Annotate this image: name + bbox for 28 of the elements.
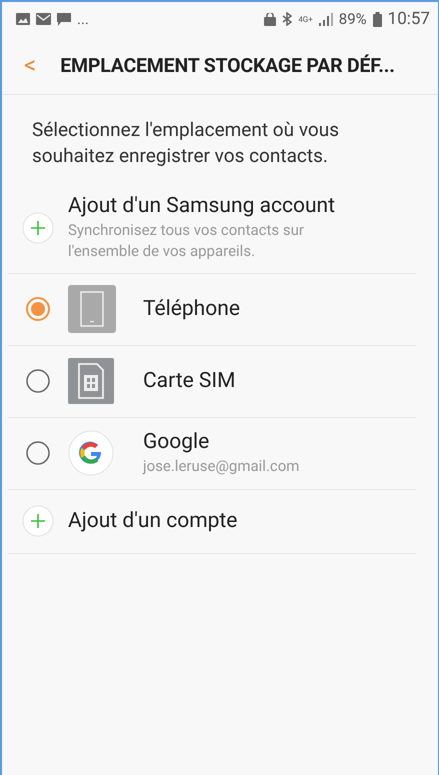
clock: 10:57 (388, 9, 430, 29)
option-subtitle: jose.leruse@gmail.com (143, 456, 300, 476)
more-notifications: ... (77, 10, 89, 28)
radio-button[interactable] (25, 296, 51, 322)
add-icon[interactable] (22, 505, 54, 538)
message-icon (57, 12, 71, 26)
phone-icon (68, 285, 116, 334)
sim-card-icon (68, 358, 114, 404)
signal-icon (318, 12, 333, 26)
battery-icon (372, 12, 382, 26)
lock-icon (264, 12, 276, 26)
option-label[interactable]: Ajout d'un compte (68, 509, 238, 534)
mail-icon (36, 13, 51, 25)
option-label[interactable]: Carte SIM (143, 369, 236, 394)
network-type: 4G+ (298, 14, 313, 24)
radio-button[interactable] (25, 368, 51, 394)
description: Sélectionnez l'emplacement où vous souhaitez enregistrer vos contacts. (31, 117, 340, 169)
add-icon[interactable] (22, 212, 54, 244)
bluetooth-icon (282, 12, 292, 26)
option-subtitle: Synchronisez tous vos contacts sur l'ensemble de vos appareils. (68, 220, 305, 261)
battery-percent: 89% (338, 10, 367, 28)
screen-title: EMPLACEMENT STOCKAGE PAR DÉF... (60, 54, 395, 76)
radio-button[interactable] (25, 440, 51, 466)
option-label[interactable]: Google (143, 430, 300, 454)
option-label[interactable]: Ajout d'un Samsung account (68, 194, 338, 218)
google-logo (68, 430, 114, 476)
option-label[interactable]: Téléphone (143, 297, 240, 322)
image-icon (16, 13, 30, 25)
